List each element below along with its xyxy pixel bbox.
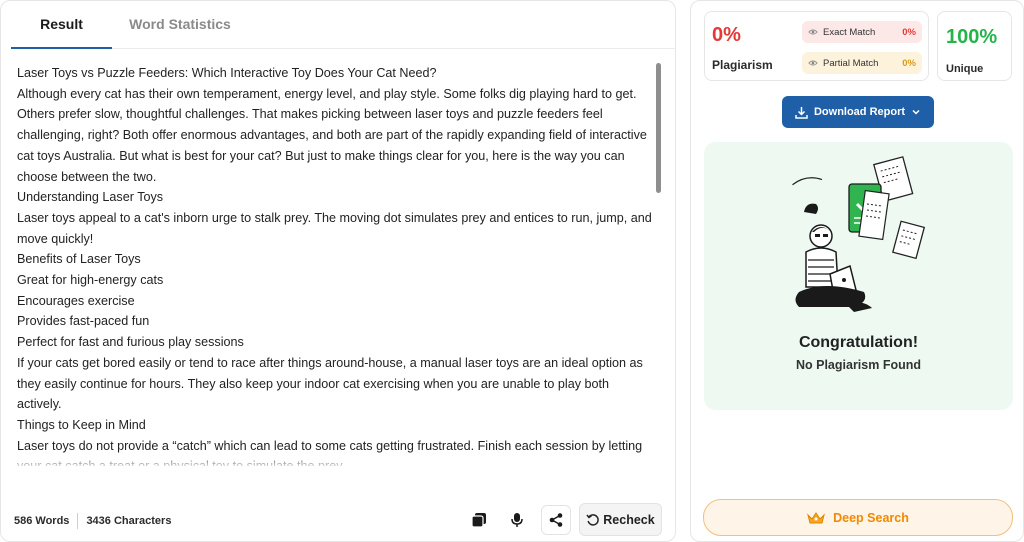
tab-bar: Result Word Statistics	[11, 1, 675, 49]
result-card: Congratulation! No Plagiarism Found	[704, 142, 1013, 410]
plagiarism-card: 0% Plagiarism Exact Match 0% Partial Mat…	[704, 11, 929, 81]
text-line: Although every cat has their own tempera…	[17, 86, 647, 184]
share-icon	[549, 513, 563, 527]
text-line: Laser Toys vs Puzzle Feeders: Which Inte…	[17, 66, 437, 80]
no-plagiarism-message: No Plagiarism Found	[795, 358, 921, 372]
chevron-down-icon	[912, 109, 920, 115]
result-text[interactable]: Laser Toys vs Puzzle Feeders: Which Inte…	[17, 63, 657, 466]
text-line: Benefits of Laser Toys	[17, 252, 141, 267]
text-fade	[11, 453, 659, 469]
plagiarism-percentage: 0%	[712, 24, 741, 46]
download-report-label: Download Report	[813, 106, 906, 118]
copy-icon	[471, 513, 486, 528]
copy-button[interactable]	[464, 505, 494, 535]
scrollbar-thumb[interactable]	[656, 63, 661, 193]
text-line: Perfect for fast and furious play sessio…	[17, 335, 244, 350]
editor-footer: 586 Words 3436 Characters Recheck	[1, 501, 675, 539]
exact-match-value: 0%	[902, 26, 916, 38]
partial-match-value: 0%	[902, 57, 916, 69]
partial-match-label: Partial Match	[823, 57, 879, 69]
eye-icon	[808, 60, 818, 66]
share-button[interactable]	[541, 505, 571, 535]
tab-word-statistics[interactable]: Word Statistics	[115, 1, 245, 49]
plagiarism-label: Plagiarism	[712, 58, 773, 72]
microphone-button[interactable]	[502, 505, 532, 535]
character-count: 3436 Characters	[86, 515, 172, 527]
word-char-count: 586 Words 3436 Characters	[14, 513, 171, 529]
scrollbar[interactable]	[656, 63, 661, 466]
text-line: Great for high-energy cats	[17, 273, 164, 288]
exact-match-pill[interactable]: Exact Match 0%	[802, 21, 922, 43]
text-line: Laser toys appeal to a cat's inborn urge…	[17, 210, 652, 246]
download-report-button[interactable]: Download Report	[782, 96, 934, 128]
unique-label: Unique	[946, 63, 984, 75]
microphone-icon	[511, 513, 523, 527]
deep-search-label: Deep Search	[833, 510, 909, 525]
refresh-icon	[586, 513, 600, 526]
text-line: Things to Keep in Mind	[17, 417, 146, 432]
text-line: Understanding Laser Toys	[17, 190, 164, 205]
tab-result[interactable]: Result	[11, 1, 112, 49]
text-line: Provides fast-paced fun	[17, 314, 150, 329]
partial-match-pill[interactable]: Partial Match 0%	[802, 52, 922, 74]
success-illustration	[792, 156, 926, 312]
word-count: 586 Words	[14, 515, 70, 527]
report-panel: 0% Plagiarism Exact Match 0% Partial Mat…	[690, 0, 1024, 542]
eye-icon	[808, 29, 818, 35]
recheck-label: Recheck	[603, 512, 655, 527]
divider	[77, 513, 79, 529]
editor-panel: Result Word Statistics Laser Toys vs Puz…	[0, 0, 676, 542]
congratulation-title: Congratulation!	[798, 334, 919, 351]
deep-search-button[interactable]: Deep Search	[703, 499, 1013, 536]
crown-icon	[807, 511, 826, 523]
text-line: Encourages exercise	[17, 293, 135, 308]
recheck-button[interactable]: Recheck	[579, 503, 662, 536]
unique-percentage: 100%	[946, 26, 998, 48]
unique-card: 100% Unique	[937, 11, 1012, 81]
text-line: If your cats get bored easily or tend to…	[17, 355, 643, 412]
exact-match-label: Exact Match	[823, 26, 876, 38]
download-icon	[795, 106, 808, 119]
